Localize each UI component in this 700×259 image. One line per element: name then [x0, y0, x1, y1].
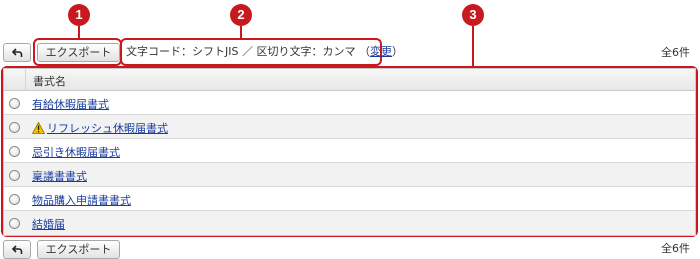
- row-radio[interactable]: [9, 194, 20, 205]
- change-link[interactable]: 変更: [370, 45, 392, 58]
- format-name-link[interactable]: 物品購入申請書書式: [32, 192, 131, 208]
- format-name-link[interactable]: 有給休暇届書式: [32, 96, 109, 112]
- table-body: 有給休暇届書式リフレッシュ休暇届書式忌引き休暇届書式 稟議書書式物品購入申請書書式…: [4, 91, 695, 235]
- table-header: 書式名: [4, 69, 695, 91]
- warning-icon: [32, 122, 45, 134]
- row-radio[interactable]: [9, 98, 20, 109]
- encoding-text: 文字コード：シフトJIS ／ 区切り文字：カンマ （: [126, 45, 370, 58]
- table-row: リフレッシュ休暇届書式: [4, 115, 695, 139]
- format-name-link[interactable]: 稟議書書式: [32, 168, 87, 184]
- callout-line-2: [240, 26, 242, 38]
- format-name-label: 忌引き休暇届書式: [32, 146, 120, 159]
- format-name-label: リフレッシュ休暇届書式: [47, 122, 168, 135]
- row-radio[interactable]: [9, 122, 20, 133]
- format-name-label: 稟議書書式: [32, 170, 87, 183]
- table-row: 忌引き休暇届書式: [4, 139, 695, 163]
- total-count: 全6件: [661, 46, 690, 59]
- encoding-info: 文字コード：シフトJIS ／ 区切り文字：カンマ （変更）: [126, 45, 403, 59]
- callout-marker-3: 3: [462, 4, 484, 26]
- format-name-link[interactable]: リフレッシュ休暇届書式: [32, 120, 168, 136]
- format-name-label: 結婚届: [32, 218, 65, 231]
- format-table: 書式名 有給休暇届書式リフレッシュ休暇届書式忌引き休暇届書式 稟議書書式物品購入申…: [3, 68, 696, 236]
- back-button[interactable]: [3, 43, 31, 62]
- encoding-close: ）: [391, 45, 403, 58]
- format-name-label: 物品購入申請書書式: [32, 194, 131, 207]
- back-arrow-icon: [12, 48, 23, 57]
- export-button[interactable]: エクスポート: [37, 43, 120, 62]
- table-row: 稟議書書式: [4, 163, 695, 187]
- format-name-link[interactable]: 結婚届: [32, 216, 65, 232]
- export-button-bottom[interactable]: エクスポート: [37, 240, 120, 259]
- back-arrow-icon: [12, 245, 23, 254]
- format-name-link[interactable]: 忌引き休暇届書式: [32, 144, 120, 160]
- callout-line-3: [472, 26, 474, 67]
- row-radio[interactable]: [9, 146, 20, 157]
- callout-marker-2: 2: [230, 4, 252, 26]
- total-count-bottom: 全6件: [661, 242, 690, 255]
- back-button-bottom[interactable]: [3, 240, 31, 259]
- table-row: 結婚届: [4, 211, 695, 235]
- table-row: 有給休暇届書式: [4, 91, 695, 115]
- row-radio[interactable]: [9, 218, 20, 229]
- callout-marker-1: 1: [68, 4, 90, 26]
- table-row: 物品購入申請書書式: [4, 187, 695, 211]
- format-name-label: 有給休暇届書式: [32, 98, 109, 111]
- select-column-header: [4, 69, 26, 90]
- row-radio[interactable]: [9, 170, 20, 181]
- column-header-format-name: 書式名: [33, 75, 66, 88]
